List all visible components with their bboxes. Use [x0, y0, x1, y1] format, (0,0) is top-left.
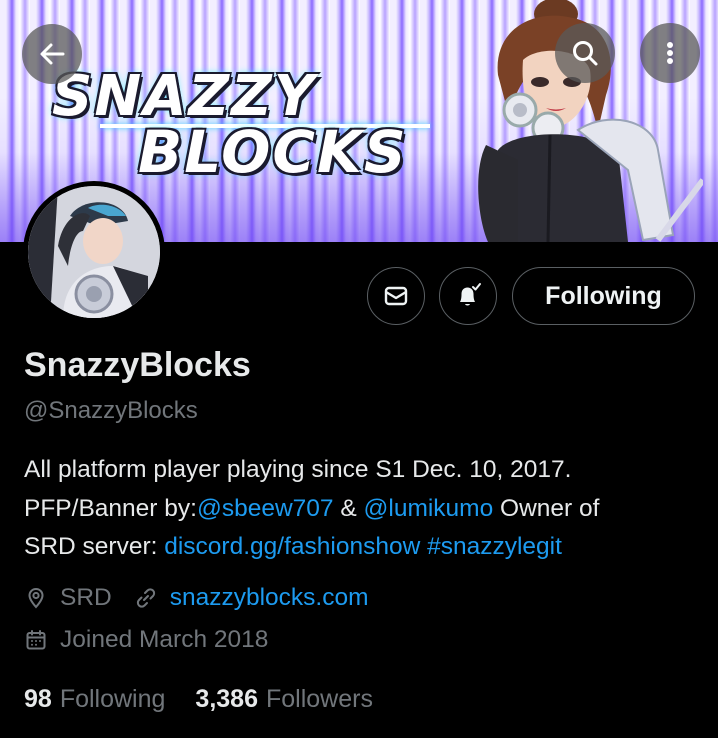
bio-text: SRD server: [24, 533, 165, 560]
bio-text: Owner of [493, 494, 600, 522]
bio-text: & [333, 494, 364, 522]
more-vertical-icon [667, 42, 673, 64]
mention-lumikumo[interactable]: @lumikumo [364, 495, 494, 522]
user-handle: @SnazzyBlocks [24, 397, 198, 424]
envelope-icon [384, 286, 408, 306]
arrow-left-icon [40, 43, 65, 65]
notifications-button[interactable] [439, 267, 497, 325]
following-count: 98 [24, 685, 52, 713]
website-link[interactable]: snazzyblocks.com [170, 584, 369, 612]
location-pin-icon [24, 586, 48, 610]
search-icon [573, 41, 598, 66]
back-button[interactable] [22, 24, 82, 84]
followers-label: Followers [265, 685, 373, 713]
more-options-button[interactable] [640, 23, 700, 83]
bio-line-3: SRD server: discord.gg/fashionshow #snaz… [24, 528, 704, 567]
following-button[interactable]: Following [512, 267, 695, 325]
search-button[interactable] [555, 23, 615, 83]
profile-bio: All platform player playing since S1 Dec… [24, 451, 704, 567]
following-count-link[interactable]: 98 Following [24, 685, 165, 714]
banner-logo-line2: BLOCKS [138, 118, 408, 186]
calendar-icon [24, 628, 48, 652]
avatar[interactable] [23, 181, 165, 323]
mention-sbeew707[interactable]: @sbeew707 [197, 495, 334, 522]
following-label: Following [59, 685, 166, 713]
profile-meta-row: SRD snazzyblocks.com [24, 584, 369, 612]
followers-count-link[interactable]: 3,386 Followers [195, 685, 373, 714]
bio-line-1: All platform player playing since S1 Dec… [24, 456, 572, 483]
profile-stats: 98 Following 3,386 Followers [24, 685, 403, 714]
profile-joined-row: Joined March 2018 [24, 626, 268, 654]
joined-date: Joined March 2018 [60, 626, 269, 653]
location-text: SRD [60, 584, 112, 611]
message-button[interactable] [367, 267, 425, 325]
discord-link[interactable]: discord.gg/fashionshow [164, 533, 420, 560]
bio-line-2: PFP/Banner by:@sbeew707 & @lumikumo Owne… [24, 490, 704, 529]
link-icon [134, 586, 158, 610]
avatar-image [28, 186, 160, 318]
hashtag-snazzylegit[interactable]: #snazzylegit [427, 533, 562, 560]
bell-check-icon [460, 283, 481, 306]
followers-count: 3,386 [195, 685, 258, 713]
display-name: SnazzyBlocks [24, 346, 251, 384]
bio-text: PFP/Banner by: [24, 494, 197, 522]
